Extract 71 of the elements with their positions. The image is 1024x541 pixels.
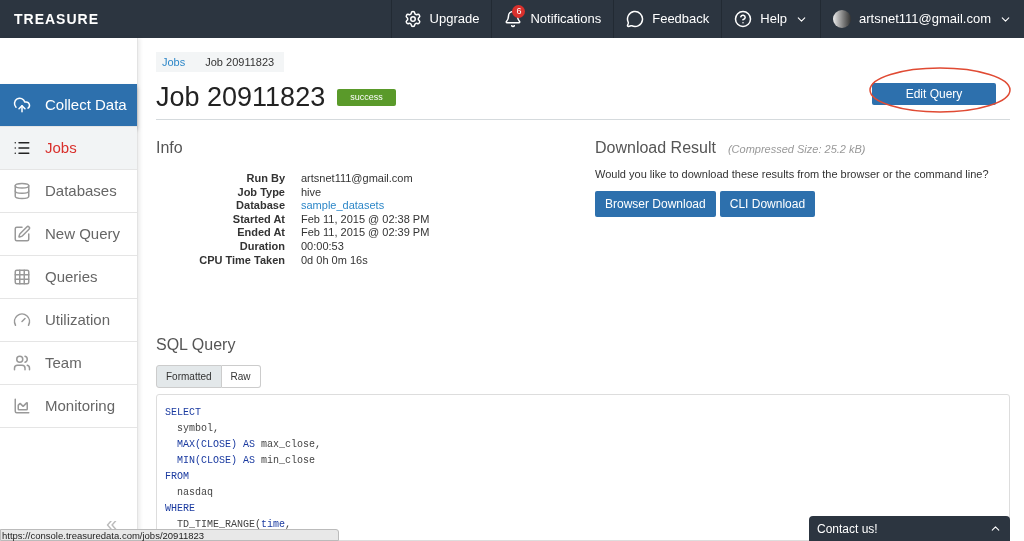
info-label: Job Type	[236, 185, 285, 200]
sidebar-item[interactable]: New Query	[0, 213, 137, 256]
sidebar-item[interactable]: Databases	[0, 170, 137, 213]
status-url: https://console.treasuredata.com/jobs/20911823	[0, 529, 339, 541]
sql-tab[interactable]: Raw	[221, 365, 261, 389]
avatar-icon	[833, 10, 852, 28]
sidebar-item[interactable]: Jobs	[0, 127, 137, 170]
info-label: Ended At	[236, 226, 285, 240]
top-bar-item[interactable]: Feedback	[613, 0, 722, 38]
code-line: WHERE	[165, 502, 195, 517]
job-title: Job 20911823	[156, 81, 326, 115]
download-button[interactable]: CLI Download	[719, 190, 816, 217]
chart-icon	[13, 397, 31, 415]
info-label: Run By	[245, 172, 285, 186]
code-line: FROM	[165, 470, 189, 485]
code-line: TD_TIME_RANGE(time,	[176, 518, 292, 532]
list-icon	[13, 139, 31, 157]
sql-tab[interactable]: Formatted	[156, 365, 222, 389]
contact-widget[interactable]: Contact us!	[809, 516, 1010, 541]
info-value: hive	[301, 185, 322, 200]
speech-bubble-icon	[626, 10, 645, 28]
download-question: Would you like to download these results from the browser or the command line?	[595, 167, 989, 182]
sidebar-item[interactable]: Queries	[0, 256, 137, 299]
code-line: MAX(CLOSE) AS max_close,	[176, 438, 322, 453]
breadcrumb-item: Job 20911823	[191, 52, 285, 72]
code-line: nasdaq	[176, 486, 213, 501]
info-value: Feb 11, 2015 @ 02:39 PM	[301, 226, 430, 240]
top-bar-label: Upgrade	[429, 10, 480, 29]
status-badge: success	[337, 88, 396, 107]
sidebar-item[interactable]: Collect Data	[0, 84, 137, 127]
top-bar-label: Feedback	[652, 10, 710, 29]
top-bar-item[interactable]: Help	[721, 0, 821, 38]
logo: TREASURE	[14, 9, 99, 29]
sidebar-item[interactable]: Monitoring	[0, 385, 137, 428]
download-heading: Download Result	[595, 138, 716, 158]
info-label: Database	[235, 199, 285, 213]
edit-icon	[13, 225, 31, 243]
top-bar-label: Help	[760, 10, 788, 29]
download-button[interactable]: Browser Download	[595, 190, 716, 217]
top-bar-item[interactable]: Upgrade	[390, 0, 492, 38]
help-icon	[734, 10, 753, 28]
bell-icon	[504, 10, 523, 28]
sidebar-item[interactable]: Utilization	[0, 299, 137, 342]
info-value: Feb 11, 2015 @ 02:38 PM	[301, 212, 430, 227]
compressed-size: (Compressed Size: 25.2 kB)	[727, 142, 866, 157]
code-line: MIN(CLOSE) AS min_close	[176, 454, 316, 469]
info-value: 0d 0h 0m 16s	[301, 253, 368, 268]
info-value: 00:00:53	[301, 239, 344, 254]
top-bar-label: Notifications	[530, 10, 602, 29]
info-value: artsnet111@gmail.com	[301, 172, 413, 186]
breadcrumb-item[interactable]: Jobs	[156, 52, 192, 72]
gear-icon	[403, 10, 422, 28]
info-label: Started At	[231, 212, 285, 227]
people-icon	[13, 354, 31, 372]
notification-badge: 6	[512, 5, 526, 18]
info-label: Duration	[238, 239, 285, 254]
database-link[interactable]: sample_datasets	[301, 199, 385, 213]
edit-query-button[interactable]: Edit Query	[872, 82, 996, 105]
info-heading: Info	[156, 138, 184, 158]
cloud-upload-icon	[13, 96, 31, 114]
code-line: symbol,	[176, 422, 219, 437]
code-line: SELECT	[165, 406, 201, 421]
sidebar-item[interactable]: Team	[0, 342, 137, 385]
top-bar-item[interactable]: artsnet111@gmail.com	[820, 0, 1024, 38]
gauge-icon	[13, 311, 31, 329]
grid-icon	[13, 268, 31, 286]
info-label: CPU Time Taken	[198, 253, 285, 268]
top-bar-label: artsnet111@gmail.com	[859, 10, 991, 29]
database-icon	[13, 182, 31, 200]
top-bar-item[interactable]: 6 Notifications	[491, 0, 614, 38]
sql-heading: SQL Query	[156, 335, 237, 356]
